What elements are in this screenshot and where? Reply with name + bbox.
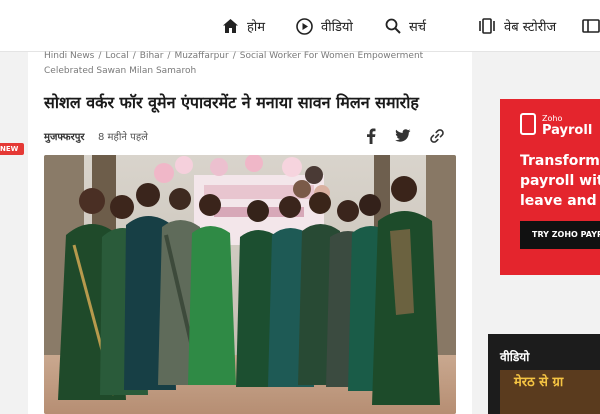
zoho-payroll-ad[interactable]: Zoho Payroll Transform payroll with leav… [500, 99, 600, 275]
page: होम वीडियो सर्च वेब स्टोरीज NEW Hindi Ne… [0, 0, 600, 414]
top-nav: होम वीडियो सर्च वेब स्टोरीज [0, 0, 600, 52]
nav-web-stories-label: वेब स्टोरीज [504, 20, 557, 35]
video-widget-label: वीडियो [500, 350, 530, 364]
search-icon [385, 18, 401, 34]
breadcrumb-item[interactable]: Bihar [140, 51, 164, 61]
play-circle-icon [296, 17, 313, 35]
nav-search[interactable]: सर्च [385, 0, 426, 52]
breadcrumb-item[interactable]: Muzaffarpur [174, 51, 228, 61]
video-widget[interactable]: वीडियो मेरठ से ग्रा [488, 334, 600, 414]
video-thumbnail-text: मेरठ से ग्रा [514, 375, 564, 390]
facebook-icon[interactable] [362, 127, 380, 145]
new-badge[interactable]: NEW [0, 143, 25, 155]
nav-more[interactable] [582, 0, 600, 52]
article-time: 8 महीने पहले [98, 132, 148, 143]
breadcrumb-separator: / [98, 51, 102, 61]
nav-video-label: वीडियो [321, 20, 353, 35]
nav-home[interactable]: होम [222, 0, 265, 52]
breadcrumb-item[interactable]: Local [105, 51, 128, 61]
ad-logo-icon [520, 113, 536, 135]
breadcrumb: Hindi News / Local / Bihar / Muzaffarpur / Socia… [44, 49, 464, 79]
article-photo[interactable] [44, 155, 456, 414]
group-photo-illustration [44, 155, 456, 414]
breadcrumb-separator: / [132, 51, 136, 61]
breadcrumb-separator: / [167, 51, 171, 61]
twitter-icon[interactable] [394, 127, 412, 145]
ad-brand: Zoho Payroll [520, 113, 592, 137]
home-icon [222, 18, 239, 34]
article-meta: मुजफ्फरपुर 8 महीने पहले [44, 127, 464, 145]
article-container: Hindi News / Local / Bihar / Muzaffarpur / Socia… [28, 49, 472, 414]
ad-cta-button[interactable]: TRY ZOHO PAYR [520, 221, 600, 249]
nav-web-stories[interactable]: वेब स्टोरीज [478, 0, 556, 52]
nav-home-label: होम [247, 20, 266, 35]
link-icon[interactable] [428, 127, 446, 145]
nav-search-label: सर्च [409, 20, 427, 35]
article-title: सोशल वर्कर फॉर वूमेन एंपावरमेंट ने मनाया… [44, 93, 419, 112]
ad-copy: Transform payroll with leave and a [520, 153, 600, 209]
web-stories-icon [478, 18, 496, 34]
video-thumbnail[interactable]: मेरठ से ग्रा [500, 370, 600, 414]
breadcrumb-item[interactable]: Hindi News [44, 51, 94, 61]
nav-video[interactable]: वीडियो [296, 0, 353, 52]
grid-icon [582, 18, 600, 34]
breadcrumb-separator: / [232, 51, 236, 61]
article-city[interactable]: मुजफ्फरपुर [44, 129, 85, 143]
